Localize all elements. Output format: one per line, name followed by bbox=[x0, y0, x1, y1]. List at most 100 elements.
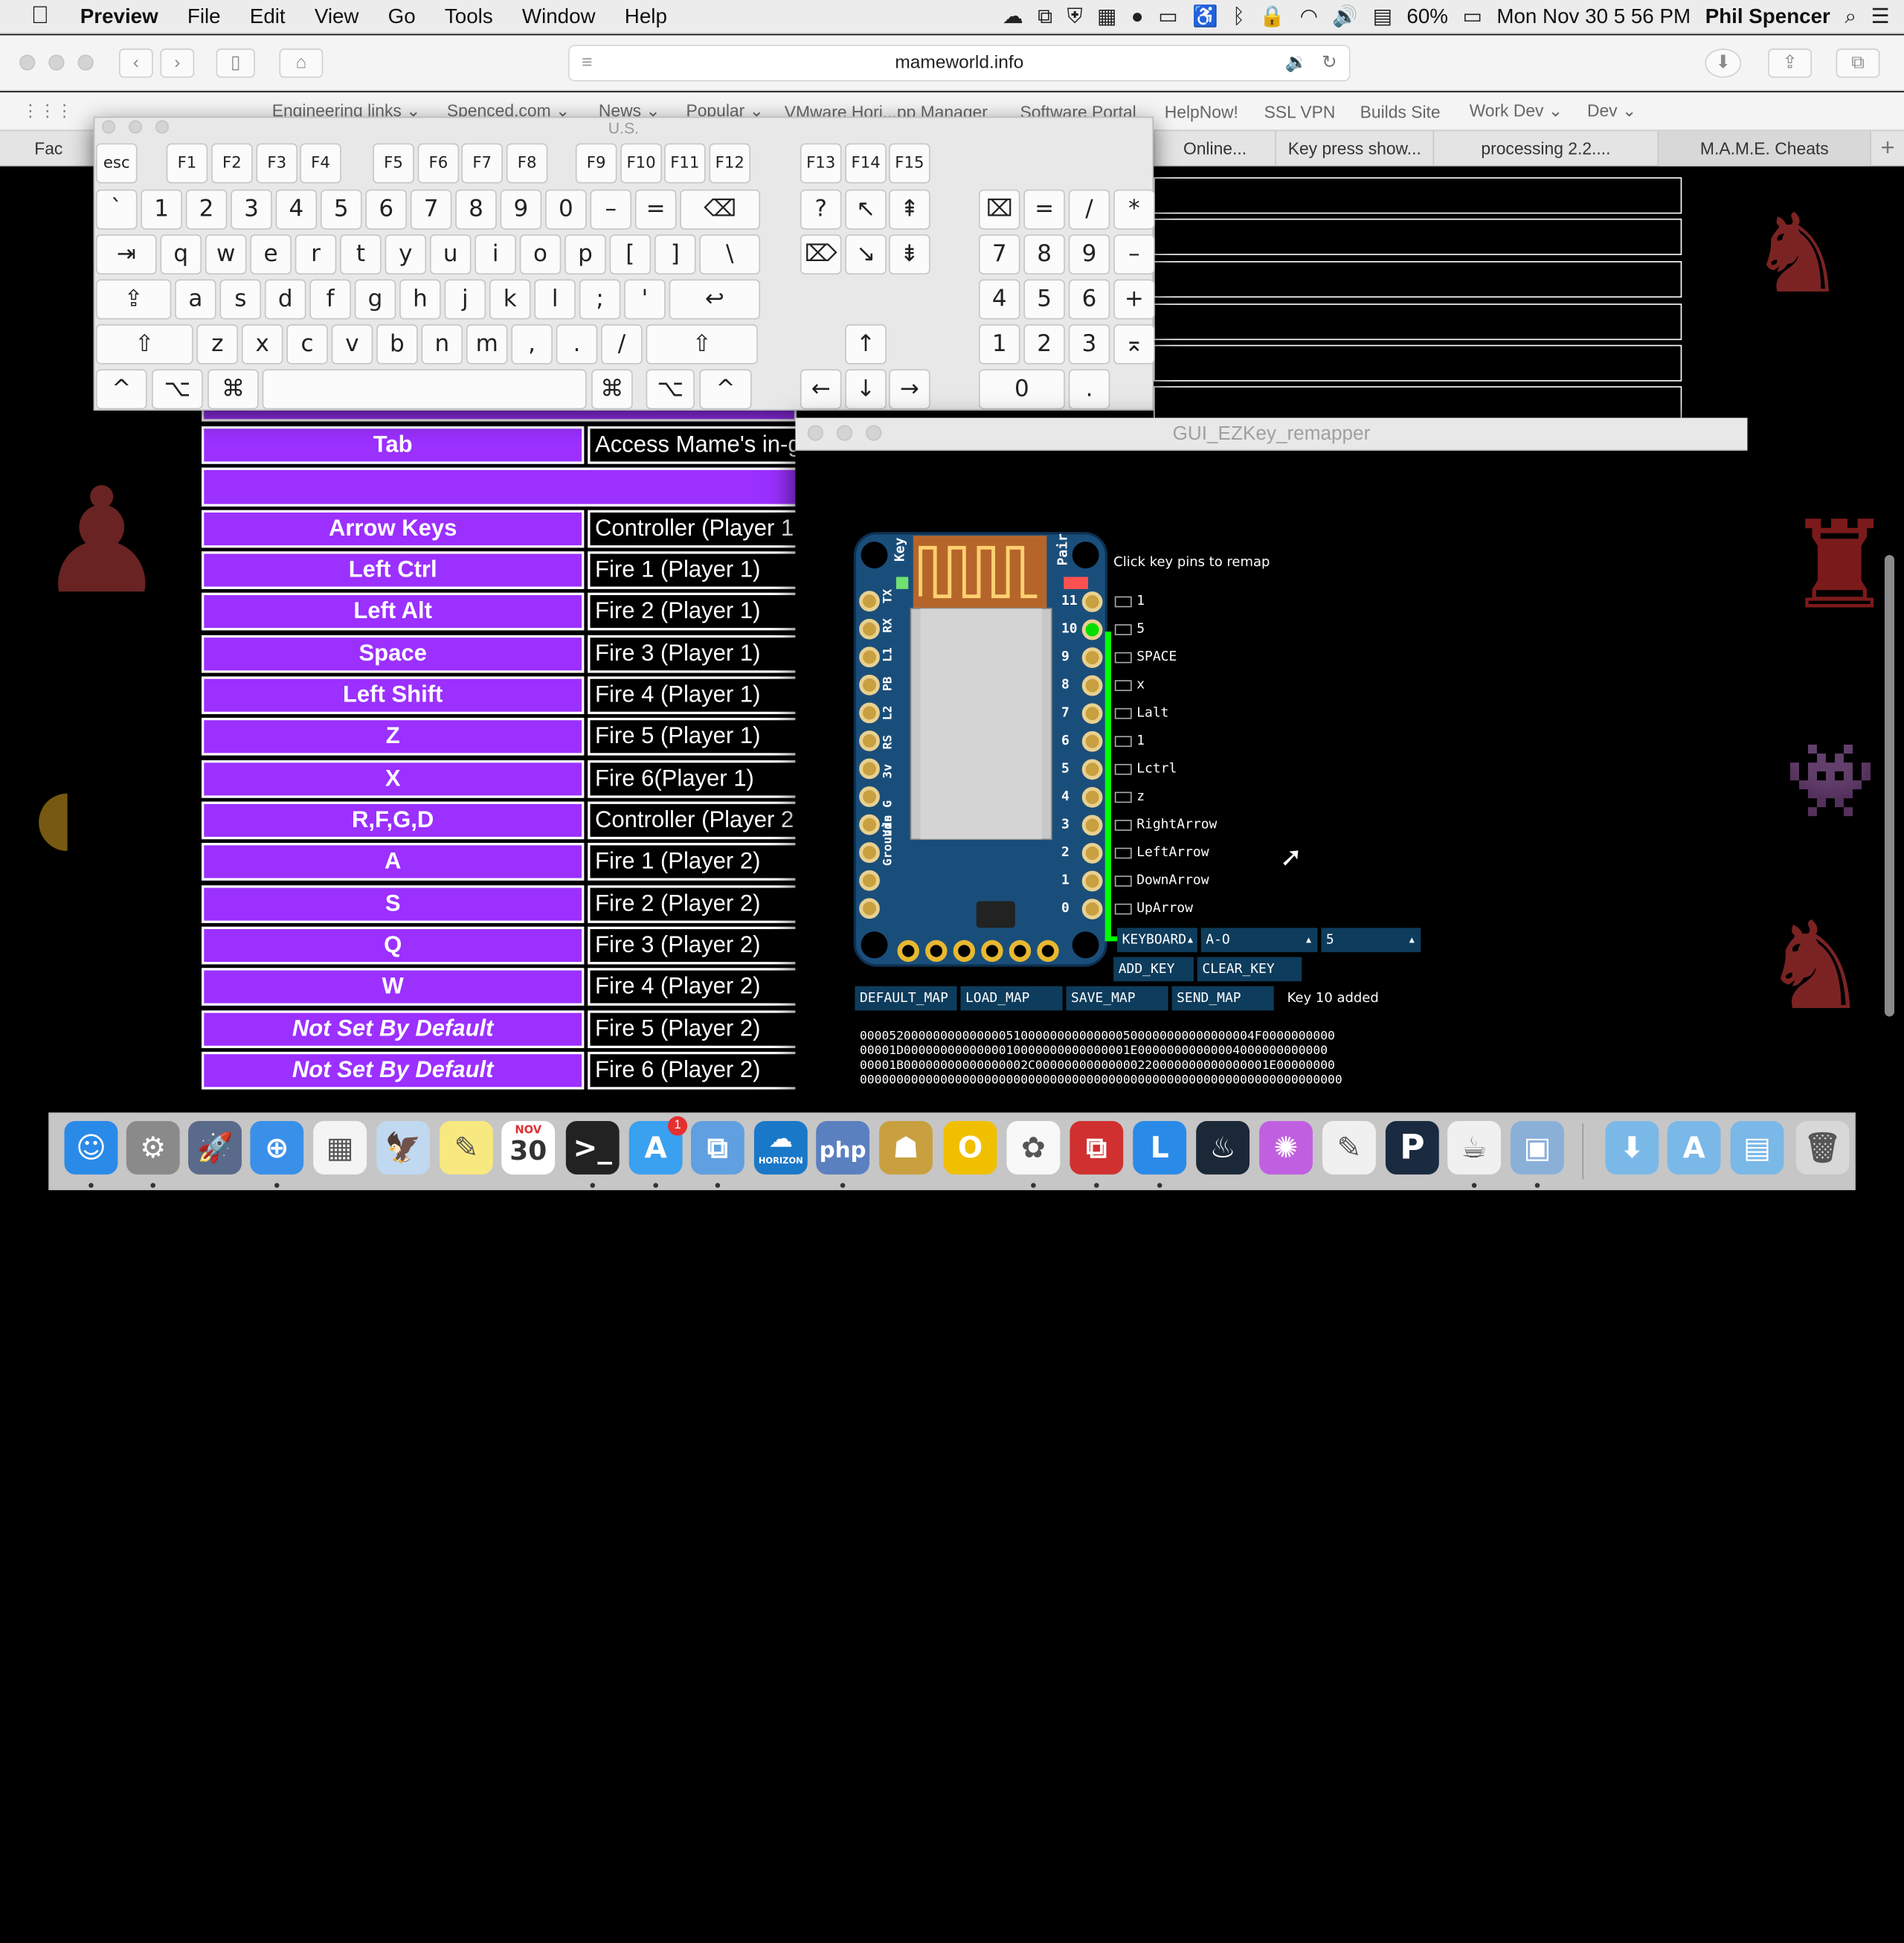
key-pin-pad[interactable] bbox=[1081, 870, 1103, 892]
key-numpad-5[interactable]: 8 bbox=[1023, 234, 1065, 274]
notes-icon[interactable]: ✎ bbox=[440, 1120, 493, 1175]
back-arrow-icon[interactable]: ‹ bbox=[119, 48, 153, 78]
key-q-row-12[interactable]: ] bbox=[654, 234, 696, 274]
menu-help[interactable]: Help bbox=[625, 4, 667, 29]
key-z-row-2[interactable]: x bbox=[241, 324, 283, 364]
key-nav-1[interactable]: ↖ bbox=[845, 189, 887, 230]
cloud-icon[interactable]: ☁ bbox=[1003, 5, 1023, 30]
shield-icon[interactable]: ⛨ bbox=[1067, 5, 1083, 30]
bird-app-icon[interactable]: 🦅 bbox=[376, 1120, 430, 1175]
menu-edit[interactable]: Edit bbox=[250, 4, 286, 29]
key-f12[interactable]: F12 bbox=[709, 143, 751, 184]
key-num-10[interactable]: 0 bbox=[545, 189, 587, 230]
add-key-button[interactable]: ADD_KEY bbox=[1113, 957, 1194, 982]
key-f13[interactable]: F13 bbox=[800, 143, 842, 184]
menu-tools[interactable]: Tools bbox=[445, 4, 493, 29]
key-f10[interactable]: F10 bbox=[620, 143, 662, 184]
key-q-row-7[interactable]: u bbox=[429, 234, 472, 274]
key-numpad-6[interactable]: 9 bbox=[1068, 234, 1110, 274]
key-nav-7[interactable]: ← bbox=[800, 369, 842, 410]
launchpad-icon[interactable]: 🚀 bbox=[188, 1120, 242, 1175]
key-f15[interactable]: F15 bbox=[889, 143, 930, 184]
key-q-row-9[interactable]: o bbox=[519, 234, 562, 274]
key-z-row-10[interactable]: / bbox=[601, 324, 643, 364]
key-nav-8[interactable]: ↓ bbox=[845, 369, 887, 410]
tab-mame-cheats[interactable]: M.A.M.E. Cheats bbox=[1657, 131, 1871, 167]
pin-mapping[interactable]: 1 bbox=[1114, 733, 1145, 748]
game-app-icon[interactable]: ☗ bbox=[879, 1120, 933, 1175]
key-numpad-7[interactable]: – bbox=[1113, 234, 1155, 274]
key-range-dropdown[interactable]: A-O ▴ bbox=[1200, 928, 1318, 953]
pin-mapping[interactable]: x bbox=[1114, 676, 1145, 693]
key-nav-4[interactable]: ↘ bbox=[845, 234, 887, 274]
close-window-button[interactable] bbox=[19, 54, 36, 71]
key-numpad-14[interactable]: 3 bbox=[1068, 324, 1110, 364]
key-z-row-4[interactable]: v bbox=[331, 324, 373, 364]
key-nav-9[interactable]: → bbox=[889, 369, 930, 410]
key-z-row-11[interactable]: ⇧ bbox=[646, 324, 758, 364]
key-numpad-3[interactable]: * bbox=[1113, 189, 1155, 230]
key-numpad-0[interactable]: ⌧ bbox=[978, 189, 1020, 230]
key-bottom-5[interactable]: ^ bbox=[699, 369, 752, 410]
save-map-button[interactable]: SAVE_MAP bbox=[1066, 986, 1168, 1011]
key-f8[interactable]: F8 bbox=[506, 143, 548, 184]
key-pin-pad[interactable] bbox=[1081, 703, 1103, 725]
key-numpad-13[interactable]: 2 bbox=[1023, 324, 1065, 364]
parallels-icon[interactable]: ⧉ bbox=[1070, 1120, 1124, 1175]
key-f2[interactable]: F2 bbox=[211, 143, 253, 184]
key-pin-pad[interactable] bbox=[1081, 675, 1103, 696]
top-sites-grid-icon[interactable]: ⋮⋮⋮ bbox=[22, 101, 73, 122]
key-bottom-3[interactable]: ⌘ bbox=[591, 369, 633, 410]
p-app-icon[interactable]: P bbox=[1385, 1120, 1439, 1175]
horizon-icon[interactable]: ☁ HORIZON bbox=[753, 1120, 808, 1175]
fav-builds-site[interactable]: Builds Site bbox=[1360, 101, 1441, 121]
key-num-6[interactable]: 6 bbox=[365, 189, 407, 230]
preview-icon[interactable]: ▣ bbox=[1511, 1120, 1564, 1175]
key-pin-pad[interactable] bbox=[1081, 843, 1103, 864]
key-z-row-1[interactable]: z bbox=[196, 324, 239, 364]
key-pin-pad[interactable] bbox=[1081, 591, 1103, 612]
key-q-row-2[interactable]: w bbox=[205, 234, 247, 274]
address-bar[interactable]: ≡ mameworld.info 🔉 ↻ bbox=[568, 45, 1351, 82]
key-numpad-10[interactable]: 6 bbox=[1068, 279, 1110, 320]
grid-app-icon[interactable]: ▦ bbox=[1097, 5, 1116, 30]
accessibility-icon[interactable]: ♿ bbox=[1192, 5, 1218, 30]
steam-icon[interactable]: ♨ bbox=[1196, 1120, 1250, 1175]
spotlight-search-icon[interactable]: ⌕ bbox=[1844, 5, 1856, 30]
key-f3[interactable]: F3 bbox=[256, 143, 298, 184]
pin-mapping[interactable]: Lctrl bbox=[1114, 760, 1177, 776]
pin-mapping[interactable]: 5 bbox=[1114, 620, 1145, 637]
key-space[interactable] bbox=[262, 369, 587, 410]
key-pin-pad[interactable] bbox=[1081, 647, 1103, 668]
downloads-folder-icon[interactable]: ⬇ bbox=[1605, 1120, 1659, 1175]
key-num-0[interactable]: ` bbox=[95, 189, 138, 230]
key-f4[interactable]: F4 bbox=[300, 143, 341, 184]
key-q-row-4[interactable]: r bbox=[295, 234, 337, 274]
key-q-row-11[interactable]: [ bbox=[609, 234, 652, 274]
pin-mapping[interactable]: Lalt bbox=[1114, 704, 1168, 720]
key-a-row-7[interactable]: j bbox=[444, 279, 486, 320]
load-map-button[interactable]: LOAD_MAP bbox=[960, 986, 1063, 1011]
clear-key-button[interactable]: CLEAR_KEY bbox=[1197, 957, 1302, 982]
key-f5[interactable]: F5 bbox=[373, 143, 414, 184]
key-f6[interactable]: F6 bbox=[417, 143, 460, 184]
key-f11[interactable]: F11 bbox=[664, 143, 706, 184]
key-f14[interactable]: F14 bbox=[845, 143, 887, 184]
tab-key-press[interactable]: Key press show... bbox=[1275, 131, 1432, 167]
calculator-icon[interactable]: ▤ bbox=[1373, 5, 1392, 30]
key-num-8[interactable]: 8 bbox=[455, 189, 497, 230]
key-z-row-6[interactable]: n bbox=[421, 324, 463, 364]
pin-mapping[interactable]: 1 bbox=[1114, 593, 1145, 608]
key-num-5[interactable]: 5 bbox=[321, 189, 362, 230]
pin-mapping[interactable]: LeftArrow bbox=[1114, 844, 1209, 860]
key-numpad-2[interactable]: / bbox=[1068, 189, 1110, 230]
key-z-row-5[interactable]: b bbox=[376, 324, 418, 364]
calendar-icon[interactable]: NOV 30 bbox=[501, 1120, 556, 1175]
key-q-row-8[interactable]: i bbox=[475, 234, 516, 274]
downloads-icon[interactable]: ⬇ bbox=[1705, 48, 1742, 78]
terminal-icon[interactable]: >_ bbox=[565, 1120, 620, 1175]
reset-button[interactable] bbox=[976, 901, 1015, 928]
key-q-row-1[interactable]: q bbox=[160, 234, 202, 274]
key-num-9[interactable]: 9 bbox=[500, 189, 542, 230]
key-f1[interactable]: F1 bbox=[166, 143, 208, 184]
